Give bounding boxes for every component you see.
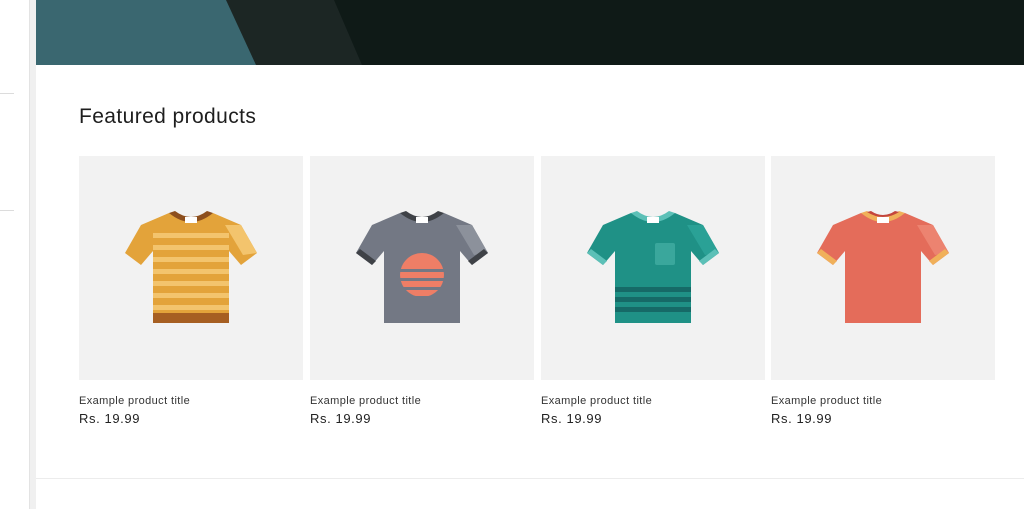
product-title[interactable]: Example product title <box>771 395 995 407</box>
product-title[interactable]: Example product title <box>79 395 303 407</box>
product-card[interactable]: Example product title Rs. 19.99 <box>79 156 303 426</box>
hero-banner-graphic <box>36 0 1024 65</box>
product-title[interactable]: Example product title <box>310 395 534 407</box>
product-price: Rs. 19.99 <box>541 411 603 426</box>
section-title: Featured products <box>79 105 257 128</box>
section-divider <box>36 478 1024 479</box>
product-image[interactable] <box>541 156 765 380</box>
striped-orange-tshirt-icon <box>125 211 257 323</box>
product-card[interactable]: Example product title Rs. 19.99 <box>771 156 995 426</box>
product-image[interactable] <box>79 156 303 380</box>
featured-products-section: Featured products Example product title … <box>36 65 1024 509</box>
teal-pocket-tshirt-icon <box>587 211 719 323</box>
product-card[interactable]: Example product title Rs. 19.99 <box>541 156 765 426</box>
gray-sunset-tshirt-icon <box>356 211 488 323</box>
product-title[interactable]: Example product title <box>541 395 765 407</box>
hero-banner <box>36 0 1024 65</box>
panel-divider <box>0 210 14 211</box>
product-image[interactable] <box>771 156 995 380</box>
panel-divider <box>0 93 14 94</box>
product-price: Rs. 19.99 <box>79 411 141 426</box>
left-panel-edge <box>0 0 30 509</box>
product-price: Rs. 19.99 <box>310 411 372 426</box>
product-image[interactable] <box>310 156 534 380</box>
product-card[interactable]: Example product title Rs. 19.99 <box>310 156 534 426</box>
coral-tshirt-icon <box>817 211 949 323</box>
product-price: Rs. 19.99 <box>771 411 833 426</box>
